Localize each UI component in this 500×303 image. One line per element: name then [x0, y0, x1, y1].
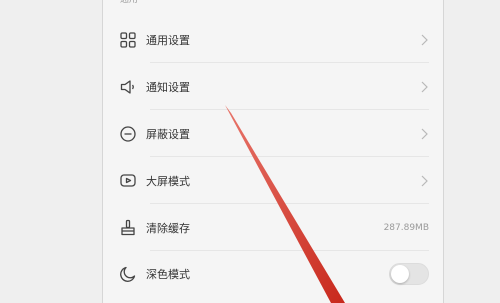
chevron-right-icon — [421, 34, 428, 45]
section-title: 通用 — [120, 0, 139, 5]
setting-row-block[interactable]: 屏蔽设置 — [103, 110, 443, 157]
dark-mode-toggle[interactable] — [389, 262, 429, 285]
speaker-icon — [118, 77, 138, 97]
right-divider — [443, 0, 444, 303]
grid-icon — [118, 30, 138, 50]
setting-label: 深色模式 — [146, 267, 190, 281]
chevron-right-icon — [421, 175, 428, 186]
moon-icon — [118, 264, 138, 284]
setting-label: 通用设置 — [146, 33, 190, 47]
broom-icon — [118, 218, 138, 238]
setting-row-large-screen[interactable]: 大屏模式 — [103, 157, 443, 204]
setting-row-notification[interactable]: 通知设置 — [103, 63, 443, 110]
setting-label: 清除缓存 — [146, 221, 190, 235]
cache-size: 287.89MB — [383, 222, 429, 233]
settings-panel: 通用 通用设置 通知设置 屏蔽设置 大屏模式 清除缓存 287.89MB 深色模… — [103, 0, 443, 303]
setting-label: 大屏模式 — [146, 174, 190, 188]
setting-row-dark-mode: 深色模式 — [103, 250, 443, 297]
setting-label: 屏蔽设置 — [146, 127, 190, 141]
minus-circle-icon — [118, 124, 138, 144]
chevron-right-icon — [421, 128, 428, 139]
toggle-knob — [391, 264, 409, 283]
tv-play-icon — [118, 171, 138, 191]
setting-label: 通知设置 — [146, 80, 190, 94]
setting-row-clear-cache[interactable]: 清除缓存 287.89MB — [103, 204, 443, 251]
setting-row-general[interactable]: 通用设置 — [103, 16, 443, 63]
chevron-right-icon — [421, 81, 428, 92]
